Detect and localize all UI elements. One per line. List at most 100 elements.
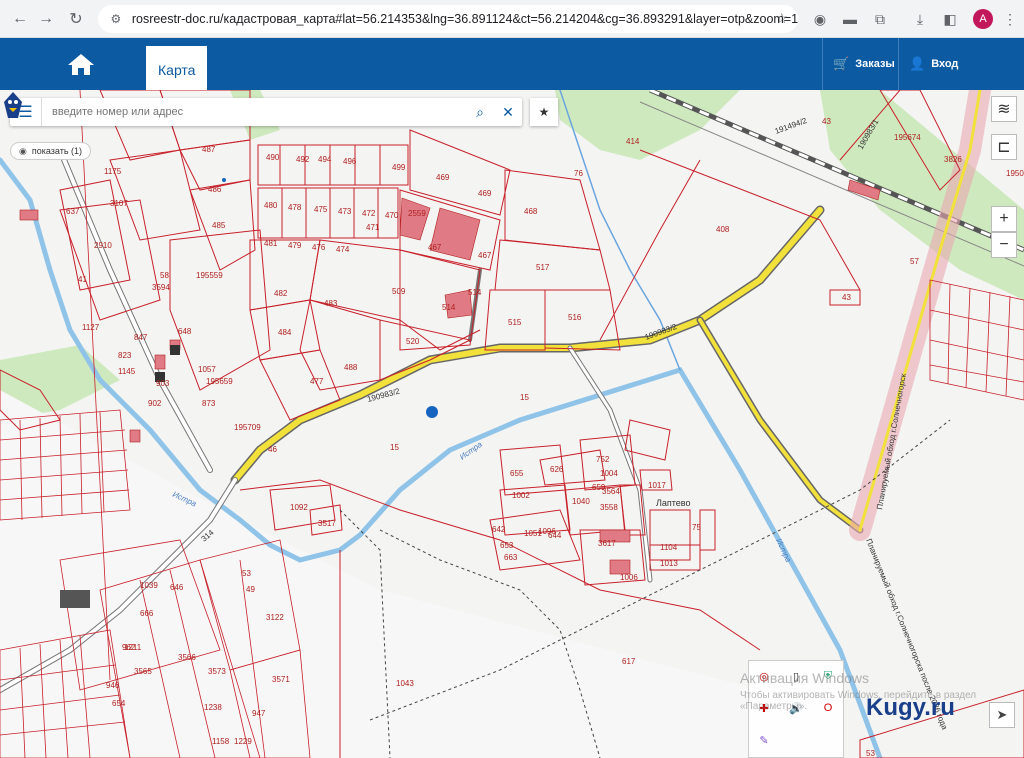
svg-text:477: 477 [310,377,324,386]
svg-text:482: 482 [274,289,288,298]
road-labels: 190983/2 190983/2 191494/2 190983/1 314 [200,116,881,544]
svg-text:1175: 1175 [104,167,122,176]
svg-text:475: 475 [314,205,328,214]
svg-text:3594: 3594 [152,283,170,292]
svg-text:43: 43 [842,293,851,302]
svg-text:847: 847 [134,333,148,342]
svg-text:514: 514 [468,288,482,297]
zoom-out-button[interactable]: − [991,232,1017,258]
svg-text:646: 646 [170,583,184,592]
svg-text:467: 467 [428,243,442,252]
clear-icon[interactable]: ✕ [494,98,522,126]
login-button[interactable]: 👤 Вход [898,38,968,90]
svg-text:41: 41 [78,275,87,284]
layers-icon[interactable]: ≋ [991,96,1017,122]
svg-text:468: 468 [524,207,538,216]
svg-text:57: 57 [910,257,919,266]
search-input[interactable] [42,99,466,125]
building-dark [60,590,90,608]
eye-icon: ◉ [19,145,27,156]
svg-text:1104: 1104 [660,543,678,552]
extension2-icon[interactable]: ▬ [836,5,864,33]
extension-icon[interactable]: ◉ [806,5,834,33]
svg-text:195559: 195559 [196,271,223,280]
small-marker[interactable] [222,178,226,182]
svg-text:490: 490 [266,153,280,162]
svg-text:Истра: Истра [774,537,793,564]
location-marker[interactable] [426,406,438,418]
svg-text:3564: 3564 [602,487,620,496]
measure-icon[interactable]: ⊏ [991,134,1017,160]
svg-text:752: 752 [596,455,610,464]
svg-text:1211: 1211 [124,643,142,652]
svg-text:515: 515 [508,318,522,327]
svg-text:478: 478 [288,203,302,212]
locate-icon[interactable]: ➤ [989,702,1015,728]
svg-text:642: 642 [492,525,506,534]
download-icon[interactable]: ⤓ [906,5,934,33]
svg-text:1127: 1127 [82,323,100,332]
svg-text:947: 947 [252,709,266,718]
svg-text:469: 469 [436,173,450,182]
svg-text:474: 474 [336,245,350,254]
svg-text:471: 471 [366,223,380,232]
orders-label: Заказы [855,58,895,70]
building-dark2 [170,345,180,355]
svg-text:484: 484 [278,328,292,337]
svg-text:487: 487 [202,145,216,154]
svg-text:1039: 1039 [140,581,158,590]
svg-text:1006: 1006 [620,573,638,582]
svg-text:49: 49 [246,585,255,594]
svg-text:823: 823 [118,351,132,360]
pen-icon[interactable]: ✎ [755,731,773,749]
svg-text:520: 520 [406,337,420,346]
svg-text:492: 492 [296,155,310,164]
svg-text:1040: 1040 [572,497,590,506]
svg-text:626: 626 [550,465,564,474]
favorites-star-icon[interactable]: ★ [530,98,558,126]
forward-icon[interactable]: → [32,5,60,33]
svg-text:3617: 3617 [598,539,616,548]
svg-text:637: 637 [66,207,80,216]
profile-avatar[interactable]: A [973,9,993,29]
zoom-in-button[interactable]: + [991,206,1017,232]
svg-text:617: 617 [622,657,636,666]
svg-text:655: 655 [510,469,524,478]
search-icon[interactable]: ⌕ [466,98,494,126]
puzzle-icon[interactable]: ⧉ [866,5,894,33]
cadastral-map[interactable]: 487 486 485 490 492 494 496 499 469 469 … [0,90,1024,758]
map-canvas[interactable]: 487 486 485 490 492 494 496 499 469 469 … [0,90,1024,758]
menu-dots-icon[interactable]: ⋮ [996,5,1024,33]
svg-text:3571: 3571 [272,675,290,684]
svg-text:1002: 1002 [512,491,530,500]
svg-text:516: 516 [568,313,582,322]
svg-text:1004: 1004 [600,469,618,478]
orders-button[interactable]: 🛒 Заказы [822,38,905,90]
sidebar-icon[interactable]: ◧ [936,5,964,33]
svg-text:473: 473 [338,207,352,216]
tab-map[interactable]: Карта [146,46,208,94]
back-icon[interactable]: ← [6,5,34,33]
site-info-icon[interactable]: ⚙ [108,11,124,27]
svg-text:486: 486 [208,185,222,194]
svg-text:902: 902 [148,399,162,408]
svg-text:469: 469 [478,189,492,198]
login-label: Вход [931,58,959,70]
reload-icon[interactable]: ↻ [62,5,90,33]
svg-text:1043: 1043 [396,679,414,688]
svg-text:1158: 1158 [212,737,230,746]
address-bar[interactable]: ⚙ rosreestr-doc.ru/кадастровая_карта#lat… [98,5,798,33]
svg-text:483: 483 [324,299,338,308]
svg-text:514: 514 [442,303,456,312]
svg-text:15: 15 [520,393,529,402]
svg-text:3566: 3566 [178,653,196,662]
svg-text:653: 653 [500,541,514,550]
svg-text:191494/2: 191494/2 [774,116,809,136]
home-button[interactable] [56,38,106,90]
svg-text:654: 654 [112,699,126,708]
svg-text:43: 43 [822,117,831,126]
show-layers-pill[interactable]: ◉ показать (1) [10,142,92,160]
svg-text:467: 467 [478,251,492,260]
app-header: Карта 🛒 Заказы 👤 Вход [0,38,1024,94]
bookmark-star-icon[interactable]: ☆ [775,10,788,27]
